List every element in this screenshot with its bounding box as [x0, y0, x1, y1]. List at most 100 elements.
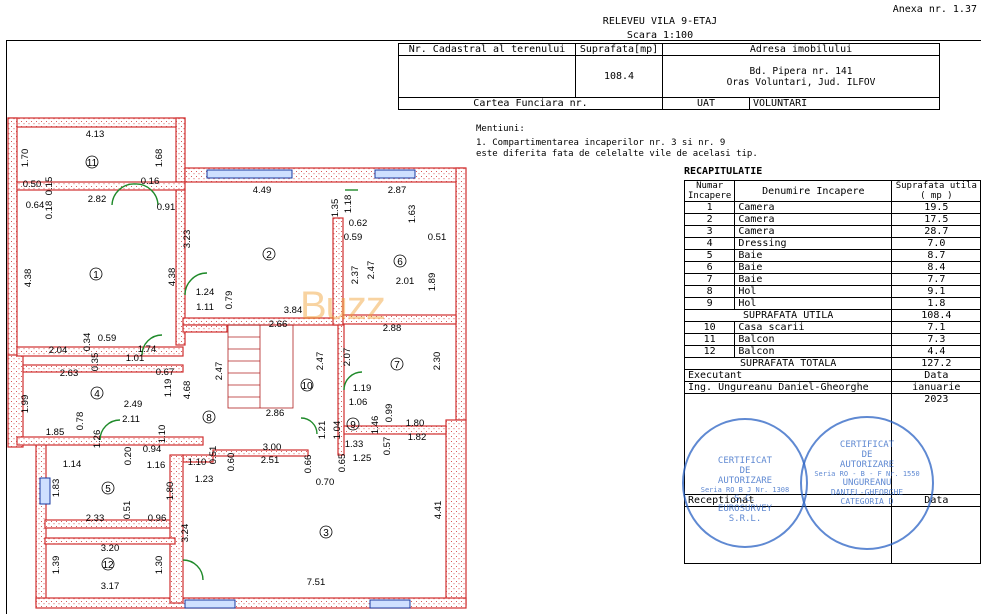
- cadastral-address: Bd. Pipera nr. 141 Oras Voluntari, Jud. …: [662, 55, 940, 98]
- window: [206, 169, 293, 179]
- room-num-cell: 10: [683, 321, 736, 334]
- dimension-label: 1.16: [147, 460, 166, 471]
- room-area-cell: 19.5: [891, 201, 982, 214]
- room-num-cell: 11: [683, 333, 736, 346]
- dimension-label: 2.30: [432, 352, 443, 371]
- door-swing: [182, 559, 204, 581]
- room-name-cell: Hol: [734, 285, 893, 298]
- dimension-label: 0.35: [90, 353, 101, 372]
- date-month: ianuarie: [891, 381, 982, 394]
- dimension-label: 1.85: [46, 427, 65, 438]
- engineer-row: Ing. Ungureanu Daniel-Gheorghe ianuarie: [683, 381, 982, 394]
- dimension-label: 0.18: [44, 201, 55, 220]
- room-num-cell: 3: [683, 225, 736, 238]
- stamp1-series: Seria RO B J Nr. 1308: [700, 486, 790, 494]
- stamp2-name1: UNGUREANU: [842, 478, 892, 488]
- stamp2-series: Seria RO - B - F Nr. 1550: [814, 470, 920, 478]
- room-area-cell: 17.5: [891, 213, 982, 226]
- window: [184, 599, 236, 609]
- recap-header-area: Suprafata utila ( mp ): [891, 180, 982, 202]
- notes: Mentiuni: 1. Compartimentarea incaperilo…: [476, 124, 758, 160]
- dimension-label: 2.47: [366, 261, 377, 280]
- recap-row: 8 Hol 9.1: [683, 285, 982, 298]
- recap-total-row: SUPRAFATA TOTALA 127.2: [683, 357, 982, 370]
- dimension-label: 1.35: [330, 199, 341, 218]
- room-number: 8: [206, 413, 212, 424]
- dimension-label: 2.82: [88, 194, 107, 205]
- room-name-cell: Baie: [734, 273, 893, 286]
- stamp2-line3: AUTORIZARE: [839, 460, 895, 470]
- recap-util-row: SUPRAFATA UTILA 108.4: [683, 309, 982, 322]
- data-label: Data: [891, 369, 982, 382]
- dimension-label: 0.79: [224, 291, 235, 310]
- dimension-label: 2.66: [269, 319, 288, 330]
- wall: [445, 419, 467, 606]
- dimension-label: 0.96: [148, 513, 167, 524]
- dimension-label: 0.91: [157, 202, 176, 213]
- dimension-label: 3.17: [101, 581, 120, 592]
- room-number: 5: [105, 484, 111, 495]
- dimension-label: 1.06: [349, 397, 368, 408]
- recap-row: 3 Camera 28.7: [683, 225, 982, 238]
- dimension-label: 0.67: [156, 367, 175, 378]
- dimension-label: 2.07: [342, 348, 353, 367]
- room-area-cell: 7.3: [891, 333, 982, 346]
- authorization-stamp-company: CERTIFICAT DE AUTORIZARE Seria RO B J Nr…: [682, 418, 808, 548]
- dimension-label: 1.23: [195, 474, 214, 485]
- dimension-label: 7.51: [307, 577, 326, 588]
- dimension-label: 1.83: [51, 479, 62, 498]
- dimension-label: 1.21: [317, 421, 328, 440]
- room-num-cell: 9: [683, 297, 736, 310]
- staircase: [227, 324, 294, 409]
- recap-row: 10 Casa scarii 7.1: [683, 321, 982, 334]
- recap-title: RECAPITULATIE: [684, 166, 763, 177]
- room-area-cell: 4.4: [891, 345, 982, 358]
- dimension-label: 2.47: [214, 362, 225, 381]
- engineer-name: Ing. Ungureanu Daniel-Gheorghe: [683, 381, 893, 394]
- util-value: 108.4: [891, 309, 982, 322]
- room-name-cell: Balcon: [734, 345, 893, 358]
- stamp1-company2: EUROSURVEY: [717, 504, 773, 514]
- dimension-label: 1.82: [408, 432, 427, 443]
- total-value: 127.2: [891, 357, 982, 370]
- dimension-label: 3.00: [263, 442, 282, 453]
- stamp2-line2: DE: [861, 450, 873, 460]
- dimension-label: 0.78: [75, 412, 86, 431]
- room-name-cell: Camera: [734, 201, 893, 214]
- recap-header-num: Numar Incapere: [683, 180, 736, 202]
- document-title: RELEVEU VILA 9-ETAJ: [602, 16, 718, 27]
- dimension-label: 0.64: [26, 200, 45, 211]
- room-name-cell: Dressing: [734, 237, 893, 250]
- dimension-label: 1.80: [165, 482, 176, 501]
- dimension-label: 0.65: [337, 454, 348, 473]
- stamp1-line3: AUTORIZARE: [717, 476, 773, 486]
- dimension-label: 0.50: [23, 179, 42, 190]
- dimension-label: 1.04: [332, 421, 343, 440]
- room-number: 6: [397, 257, 403, 268]
- dimension-label: 1.26: [92, 430, 103, 449]
- wall: [455, 167, 467, 421]
- notes-title: Mentiuni:: [476, 124, 525, 134]
- dimension-label: 4.38: [167, 268, 178, 287]
- authorization-stamp-engineer: CERTIFICAT DE AUTORIZARE Seria RO - B - …: [800, 416, 934, 550]
- cadastral-header-area: Suprafata[mp]: [575, 43, 663, 56]
- dimension-label: 1.89: [427, 273, 438, 292]
- util-label: SUPRAFATA UTILA: [683, 309, 893, 322]
- recap-row: 2 Camera 17.5: [683, 213, 982, 226]
- room-number: 1: [93, 270, 99, 281]
- room-area-cell: 28.7: [891, 225, 982, 238]
- dimension-label: 1.14: [63, 459, 82, 470]
- stamp1-company1: S.C.: [734, 494, 756, 504]
- cadastral-header-address: Adresa imobilului: [662, 43, 940, 56]
- dimension-label: 1.25: [353, 453, 372, 464]
- recap-row: 6 Baie 8.4: [683, 261, 982, 274]
- dimension-label: 0.60: [226, 453, 237, 472]
- dimension-label: 1.80: [406, 418, 425, 429]
- address-line-2: Oras Voluntari, Jud. ILFOV: [726, 76, 876, 88]
- dimension-label: 0.70: [316, 477, 335, 488]
- dimension-label: 1.30: [154, 556, 165, 575]
- recap-row: 1 Camera 19.5: [683, 201, 982, 214]
- dimension-label: 1.19: [353, 383, 372, 394]
- room-number: 10: [301, 381, 313, 392]
- dimension-label: 1.63: [407, 205, 418, 224]
